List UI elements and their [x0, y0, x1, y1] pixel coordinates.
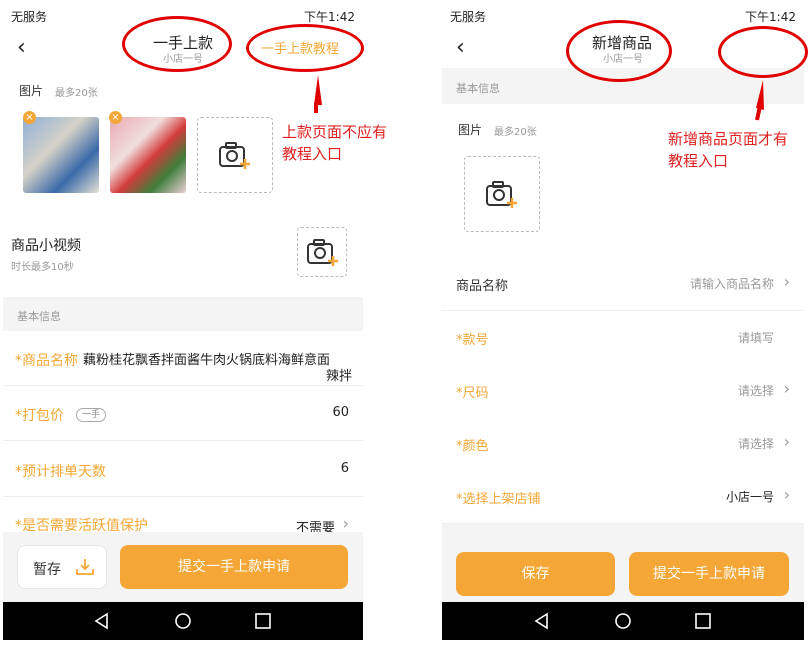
row-value[interactable]: 请填写 — [738, 329, 774, 346]
schedule-days-row[interactable]: *预计排单天数 6 — [3, 443, 363, 497]
photos-label: 图片 — [458, 123, 483, 137]
annotation-text-right: 新增商品页面才有 教程入口 — [668, 130, 789, 170]
row-label: *尺码 — [456, 386, 489, 401]
product-photo-1[interactable] — [23, 117, 99, 193]
form-row-size[interactable]: *尺码 请选择 › — [442, 364, 804, 418]
submit-button[interactable]: 提交一手上款申请 — [629, 552, 789, 596]
form-row-name[interactable]: 商品名称 请输入商品名称 › — [442, 257, 804, 311]
row-value[interactable]: 请输入商品名称 — [690, 275, 774, 292]
row-value[interactable]: 请选择 — [738, 435, 774, 452]
recents-square-icon[interactable] — [254, 612, 272, 630]
product-name-value[interactable]: 藕粉桂花飘香拌面酱牛肉火锅底料海鲜意面 — [83, 349, 330, 368]
photos-hint: 最多20张 — [494, 127, 537, 138]
row-value[interactable]: 请选择 — [738, 382, 774, 399]
price-tag-badge: 一手 — [76, 408, 107, 422]
camera-plus-icon — [307, 239, 338, 266]
video-row: 商品小视频 时长最多10秒 — [3, 200, 363, 290]
product-name-row[interactable]: *商品名称 藕粉桂花飘香拌面酱牛肉火锅底料海鲜意面 辣拌 — [3, 332, 363, 386]
draft-label: 暂存 — [33, 562, 61, 578]
status-time: 下午1:42 — [745, 10, 796, 24]
chevron-right-icon: › — [342, 514, 349, 533]
carrier-text: 无服务 — [450, 10, 487, 24]
row-label: *选择上架店铺 — [456, 492, 541, 507]
product-name-overflow: 辣拌 — [326, 369, 353, 384]
back-triangle-icon[interactable] — [533, 612, 551, 630]
row-value[interactable]: 小店一号 — [726, 488, 774, 505]
carrier-text: 无服务 — [11, 10, 48, 24]
package-price-label: *打包价 — [15, 408, 64, 424]
status-time: 下午1:42 — [304, 10, 355, 24]
photos-hint: 最多20张 — [55, 88, 98, 99]
annotation-text-left: 上款页面不应有 教程入口 — [282, 123, 388, 163]
protection-row[interactable]: *是否需要活跃值保护 不需要 › — [3, 497, 363, 535]
annotation-ellipse-empty-right — [718, 26, 808, 78]
chevron-right-icon: › — [783, 272, 790, 291]
add-photo-button[interactable] — [464, 156, 540, 232]
annotation-ellipse-tutorial-left — [246, 24, 364, 72]
section-header: 基本信息 — [3, 297, 363, 331]
form-row-shop[interactable]: *选择上架店铺 小店一号 › — [442, 470, 804, 524]
form-row-color[interactable]: *颜色 请选择 › — [442, 417, 804, 471]
home-circle-icon[interactable] — [614, 612, 632, 630]
back-triangle-icon[interactable] — [93, 612, 111, 630]
product-photo-2[interactable] — [110, 117, 186, 193]
form-row-style-no[interactable]: *款号 请填写 — [442, 311, 804, 365]
draft-button[interactable]: 暂存 — [17, 545, 107, 589]
schedule-days-label: *预计排单天数 — [15, 464, 106, 480]
right-phone-screen: 无服务 下午1:42 ‹ 新增商品 小店一号 基本信息 图片 最多20张 商品名… — [442, 0, 804, 650]
row-label: *款号 — [456, 333, 489, 348]
section-title: 基本信息 — [456, 82, 500, 95]
chevron-right-icon: › — [783, 432, 790, 451]
annotation-ellipse-title-right — [566, 20, 672, 82]
schedule-days-value[interactable]: 6 — [341, 461, 349, 476]
download-icon — [76, 559, 94, 575]
add-video-button[interactable] — [297, 227, 347, 277]
product-name-label: *商品名称 — [15, 353, 78, 369]
footer-bar: 保存 提交一手上款申请 — [442, 524, 804, 604]
chevron-right-icon: › — [783, 485, 790, 504]
video-label: 商品小视频 — [11, 238, 81, 254]
annotation-ellipse-title-left — [122, 16, 232, 72]
home-circle-icon[interactable] — [174, 612, 192, 630]
system-nav-bar — [3, 602, 363, 640]
system-nav-bar — [442, 602, 804, 640]
video-hint: 时长最多10秒 — [11, 262, 74, 273]
camera-plus-icon — [486, 181, 517, 208]
save-button[interactable]: 保存 — [456, 552, 615, 596]
remove-photo-icon[interactable]: × — [109, 111, 122, 124]
package-price-row[interactable]: *打包价 一手 60 — [3, 387, 363, 441]
add-photo-button[interactable] — [197, 117, 273, 193]
row-label: *颜色 — [456, 439, 489, 454]
photos-label: 图片 — [19, 84, 44, 98]
footer-bar: 暂存 提交一手上款申请 — [3, 532, 363, 602]
camera-plus-icon — [219, 142, 250, 169]
package-price-value[interactable]: 60 — [332, 405, 349, 420]
recents-square-icon[interactable] — [694, 612, 712, 630]
chevron-right-icon: › — [783, 379, 790, 398]
row-label: 商品名称 — [456, 279, 509, 294]
section-title: 基本信息 — [17, 310, 61, 323]
submit-button[interactable]: 提交一手上款申请 — [120, 545, 348, 589]
remove-photo-icon[interactable]: × — [23, 111, 36, 124]
left-phone-screen: 无服务 下午1:42 ‹ 一手上款 小店一号 一手上款教程 图片 最多20张 ×… — [3, 0, 363, 650]
